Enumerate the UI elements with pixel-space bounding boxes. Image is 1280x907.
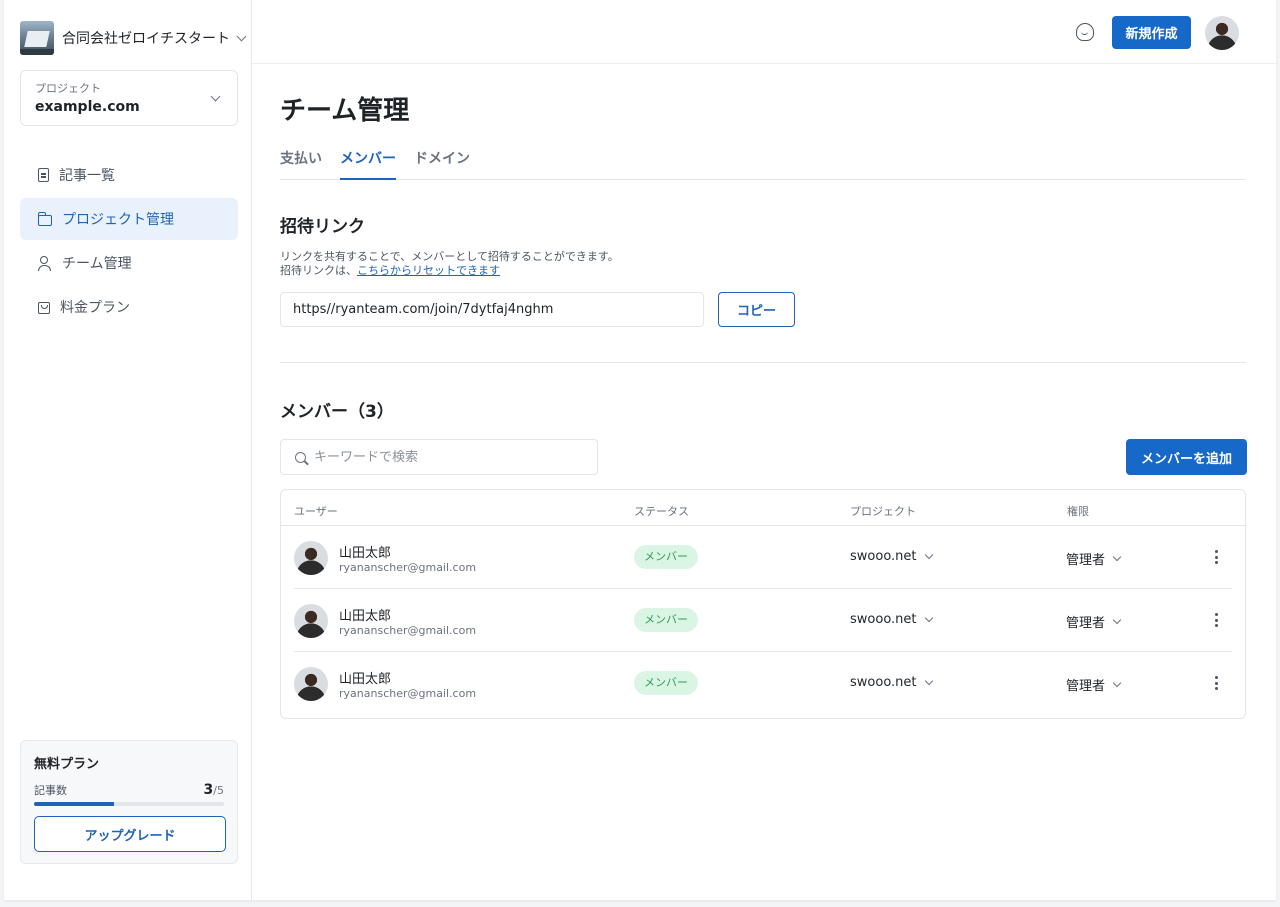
sidebar-item-articles[interactable]: 記事一覧 [20, 154, 238, 196]
status-badge: メンバー [634, 671, 698, 695]
project-dropdown[interactable]: swooo.net [850, 549, 933, 564]
tab-bar: 支払い メンバー ドメイン [280, 144, 1246, 180]
chevron-down-icon [924, 550, 933, 560]
sidebar: 合同会社ゼロイチスタート プロジェクト example.com 記事一覧 プロジ… [4, 0, 252, 900]
sidebar-item-label: プロジェクト管理 [62, 212, 174, 228]
column-header-role: 権限 [1067, 505, 1089, 518]
org-name: 合同会社ゼロイチスタート [62, 31, 230, 47]
users-icon [38, 256, 52, 271]
member-name: 山田太郎 [339, 546, 392, 561]
project-dropdown[interactable]: swooo.net [850, 675, 933, 690]
page-title: チーム管理 [280, 96, 410, 126]
more-options-icon[interactable] [1212, 548, 1220, 566]
member-email: ryananscher@gmail.com [339, 687, 477, 700]
role-dropdown[interactable]: 管理者 [1066, 675, 1122, 694]
sidebar-item-label: 記事一覧 [59, 168, 115, 184]
usage-used: 3 [203, 782, 214, 798]
tab-payment[interactable]: 支払い [280, 144, 322, 180]
project-dropdown-value: swooo.net [850, 549, 917, 564]
sidebar-item-pricing[interactable]: 料金プラン [20, 286, 238, 328]
member-email: ryananscher@gmail.com [339, 561, 477, 574]
column-header-project: プロジェクト [850, 505, 916, 518]
members-title: メンバー（3） [280, 402, 394, 422]
top-bar: 新規作成 [252, 0, 1276, 64]
usage-progress-bar [34, 802, 224, 806]
member-avatar [294, 667, 328, 701]
invite-description: リンクを共有することで、メンバーとして招待することができます。 招待リンクは、こ… [280, 250, 619, 278]
tab-members[interactable]: メンバー [340, 144, 396, 180]
document-icon [38, 168, 49, 182]
sidebar-item-projects[interactable]: プロジェクト管理 [20, 198, 238, 240]
column-header-status: ステータス [634, 505, 689, 518]
invite-desc-line1: リンクを共有することで、メンバーとして招待することができます。 [280, 250, 619, 263]
copy-button[interactable]: コピー [718, 292, 795, 327]
usage-label: 記事数 [34, 784, 67, 797]
role-dropdown-value: 管理者 [1066, 616, 1106, 631]
members-table: ユーザー ステータス プロジェクト 権限 山田太郎 ryananscher@gm… [280, 489, 1246, 719]
project-select-value: example.com [35, 99, 140, 115]
chevron-down-icon [1112, 615, 1122, 625]
member-email: ryananscher@gmail.com [339, 624, 477, 637]
org-switcher[interactable]: 合同会社ゼロイチスタート [20, 20, 247, 56]
project-select[interactable]: プロジェクト example.com [20, 70, 238, 126]
table-row: 山田太郎 ryananscher@gmail.com メンバー swooo.ne… [294, 526, 1232, 589]
reset-link[interactable]: こちらからリセットできます [357, 264, 500, 277]
org-logo [20, 21, 54, 55]
divider [280, 362, 1246, 363]
column-header-user: ユーザー [294, 505, 338, 518]
search-box[interactable] [280, 439, 598, 475]
member-name: 山田太郎 [339, 609, 392, 624]
tab-domain[interactable]: ドメイン [414, 144, 470, 180]
bag-icon [38, 302, 50, 314]
sidebar-item-label: 料金プラン [60, 300, 130, 316]
sidebar-item-team[interactable]: チーム管理 [20, 242, 238, 284]
invite-desc-prefix: 招待リンクは、 [280, 264, 357, 277]
role-dropdown-value: 管理者 [1066, 553, 1106, 568]
role-dropdown[interactable]: 管理者 [1066, 549, 1122, 568]
invite-link-input[interactable] [280, 292, 704, 327]
sidebar-item-label: チーム管理 [62, 256, 132, 272]
role-dropdown-value: 管理者 [1066, 679, 1106, 694]
more-options-icon[interactable] [1212, 611, 1220, 629]
chevron-down-icon [236, 31, 247, 42]
add-member-button[interactable]: メンバーを追加 [1126, 439, 1247, 475]
usage-limit: /5 [213, 784, 224, 797]
app-window: 合同会社ゼロイチスタート プロジェクト example.com 記事一覧 プロジ… [4, 0, 1276, 900]
user-avatar[interactable] [1205, 16, 1239, 50]
status-badge: メンバー [634, 545, 698, 569]
sidebar-nav: 記事一覧 プロジェクト管理 チーム管理 料金プラン [20, 154, 238, 330]
status-badge: メンバー [634, 608, 698, 632]
member-name: 山田太郎 [339, 672, 392, 687]
table-header: ユーザー ステータス プロジェクト 権限 [281, 490, 1245, 526]
member-avatar [294, 541, 328, 575]
table-row: 山田太郎 ryananscher@gmail.com メンバー swooo.ne… [294, 589, 1232, 652]
project-dropdown[interactable]: swooo.net [850, 612, 933, 627]
plan-card: 無料プラン 記事数 3/5 アップグレード [20, 740, 238, 864]
project-select-label: プロジェクト [35, 82, 101, 95]
search-input[interactable] [314, 449, 574, 465]
folder-icon [37, 211, 52, 226]
project-dropdown-value: swooo.net [850, 612, 917, 627]
project-dropdown-value: swooo.net [850, 675, 917, 690]
new-create-button[interactable]: 新規作成 [1112, 16, 1191, 49]
chevron-down-icon [924, 676, 933, 686]
usage-count: 3/5 [204, 782, 224, 798]
chevron-down-icon [1112, 552, 1122, 562]
usage-progress-fill [34, 802, 114, 806]
invite-title: 招待リンク [280, 217, 365, 237]
support-icon[interactable] [1076, 23, 1094, 41]
plan-title: 無料プラン [34, 757, 100, 772]
member-avatar [294, 604, 328, 638]
role-dropdown[interactable]: 管理者 [1066, 612, 1122, 631]
search-icon [295, 451, 306, 463]
table-row: 山田太郎 ryananscher@gmail.com メンバー swooo.ne… [294, 652, 1232, 715]
chevron-down-icon [1112, 678, 1122, 688]
upgrade-button[interactable]: アップグレード [34, 816, 226, 852]
chevron-down-icon [924, 613, 933, 623]
more-options-icon[interactable] [1212, 674, 1220, 692]
